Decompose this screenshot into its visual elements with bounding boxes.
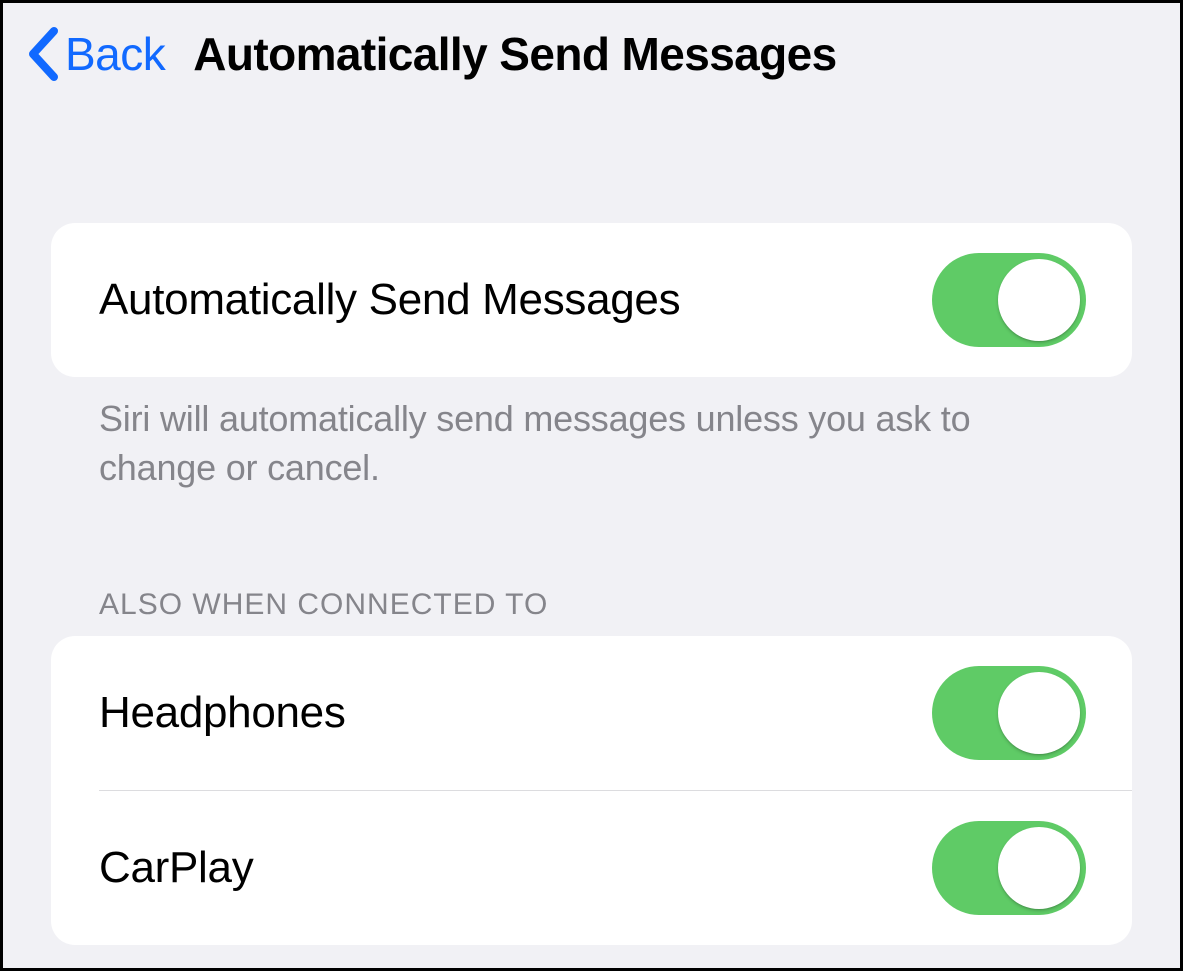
chevron-left-icon (25, 25, 59, 83)
row-label-headphones: Headphones (99, 688, 346, 738)
section-footer-auto-send: Siri will automatically send messages un… (51, 377, 1132, 492)
row-headphones: Headphones (51, 636, 1132, 790)
row-label-carplay: CarPlay (99, 843, 253, 893)
page-title: Automatically Send Messages (193, 27, 836, 81)
toggle-knob (998, 827, 1080, 909)
row-label-auto-send: Automatically Send Messages (99, 275, 680, 325)
toggle-carplay[interactable] (932, 821, 1086, 915)
settings-screen: Back Automatically Send Messages Automat… (0, 0, 1183, 971)
back-label: Back (65, 27, 165, 81)
section-connected: Headphones CarPlay (51, 636, 1132, 945)
content: Automatically Send Messages Siri will au… (3, 105, 1180, 945)
section-auto-send: Automatically Send Messages (51, 223, 1132, 377)
row-auto-send: Automatically Send Messages (51, 223, 1132, 377)
toggle-auto-send[interactable] (932, 253, 1086, 347)
toggle-knob (998, 259, 1080, 341)
row-carplay: CarPlay (51, 791, 1132, 945)
nav-bar: Back Automatically Send Messages (3, 3, 1180, 105)
toggle-headphones[interactable] (932, 666, 1086, 760)
back-button[interactable]: Back (25, 25, 165, 83)
section-header-connected: ALSO WHEN CONNECTED TO (51, 588, 1132, 636)
toggle-knob (998, 672, 1080, 754)
